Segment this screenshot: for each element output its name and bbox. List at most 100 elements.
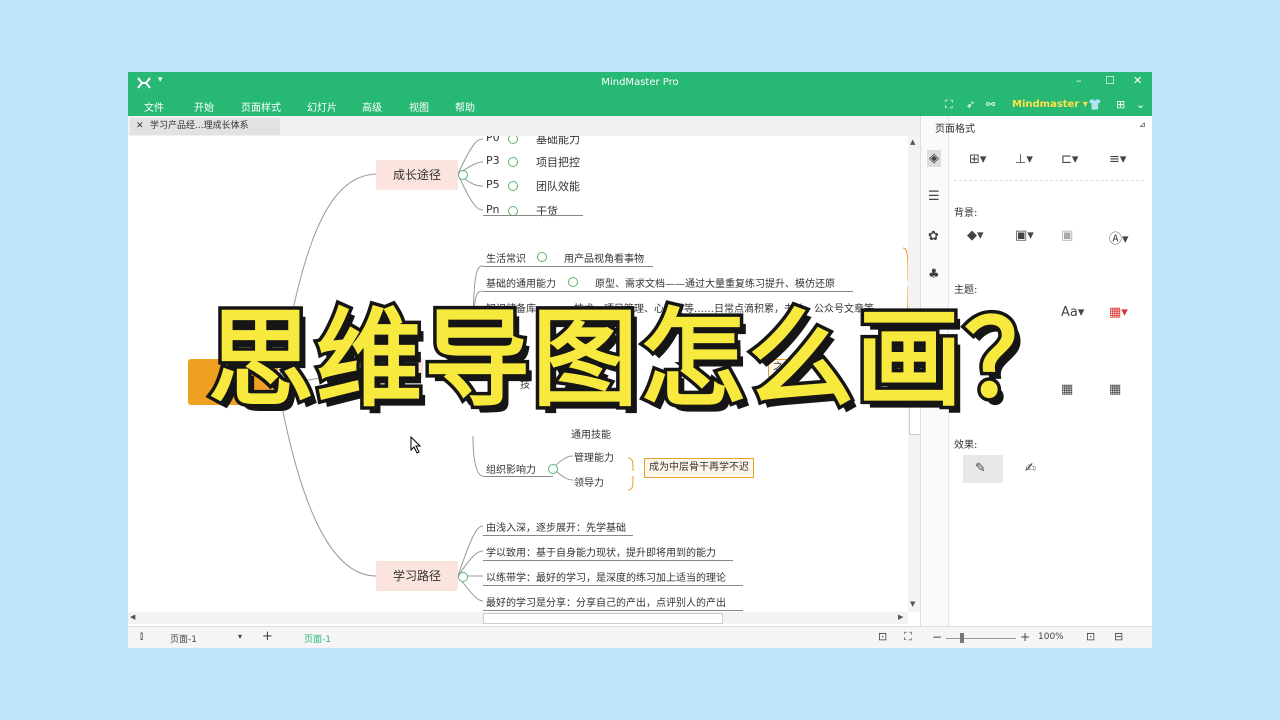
subtopic[interactable]: P5: [486, 178, 500, 191]
page-format-tab-icon[interactable]: ◈: [927, 150, 941, 167]
menu-file[interactable]: 文件: [144, 99, 164, 114]
collapse-toggle-icon[interactable]: [508, 157, 518, 167]
minimize-button[interactable]: –: [1076, 74, 1082, 87]
subtopic[interactable]: 学以致用：基于自身能力现状，提升即将用到的能力: [486, 544, 716, 559]
collapse-toggle-icon[interactable]: [568, 277, 578, 287]
collapse-toggle-icon[interactable]: [548, 464, 558, 474]
horizontal-scroll-thumb[interactable]: [483, 613, 723, 624]
main-topic-label: 学习路径: [392, 569, 441, 583]
subtopic-detail[interactable]: 干货: [536, 203, 558, 219]
note-text: 成为中层骨干再学不迟: [649, 462, 749, 473]
subtopic[interactable]: 基础的通用能力: [486, 275, 556, 290]
collapse-toggle-icon[interactable]: [458, 170, 468, 180]
chevron-down-icon[interactable]: ▾: [238, 632, 242, 641]
apps-icon[interactable]: ⊞: [1116, 98, 1125, 111]
menu-page-style[interactable]: 页面样式: [241, 99, 281, 114]
subtopic[interactable]: P0: [486, 136, 500, 144]
subtopic[interactable]: 管理能力: [574, 449, 614, 464]
fill-color-icon[interactable]: ◆▾: [967, 228, 984, 243]
clipart-tab-icon[interactable]: ✿: [928, 229, 939, 244]
collapse-toggle-icon[interactable]: [537, 252, 547, 262]
subtopic[interactable]: 以练带学：最好的学习，是深度的练习加上适当的理论: [486, 569, 726, 584]
panel-toggle-icon[interactable]: ⊟: [1114, 630, 1123, 643]
title-bar: ▾ MindMaster Pro – ☐ ✕: [128, 72, 1152, 94]
underline: [483, 476, 553, 477]
zoom-slider[interactable]: [946, 638, 1016, 639]
subtopic-detail[interactable]: 原型、需求文档——通过大量重复练习提升、模仿还原: [595, 275, 835, 290]
collapse-toggle-icon[interactable]: [458, 572, 468, 582]
tab-close-icon[interactable]: ✕: [136, 118, 144, 135]
subtopic-detail[interactable]: 基础能力: [536, 136, 580, 147]
document-tab-label: 学习产品经...理成长体系: [150, 121, 249, 131]
scroll-up-icon[interactable]: ▲: [910, 138, 915, 146]
menu-view[interactable]: 视图: [409, 99, 429, 114]
document-tab-bar: ✕ 学习产品经...理成长体系: [128, 116, 920, 137]
underline: [483, 535, 633, 536]
collapse-ribbon-icon[interactable]: ⌄: [1136, 98, 1145, 111]
page-tab[interactable]: 页面-1: [304, 632, 331, 645]
background-label: 背景:: [954, 208, 978, 219]
theme-tab-icon[interactable]: ♣: [928, 267, 940, 282]
subtopic-org-influence[interactable]: 组织影响力: [486, 461, 536, 476]
underline: [483, 266, 653, 267]
underline: [483, 215, 583, 216]
scroll-left-icon[interactable]: ◀: [130, 613, 135, 621]
main-topic-learning-path[interactable]: 学习路径: [376, 561, 458, 591]
menu-start[interactable]: 开始: [194, 99, 214, 114]
fit-window-icon[interactable]: ⊡: [1086, 630, 1095, 643]
zoom-in-button[interactable]: +: [1020, 630, 1030, 644]
subtopic[interactable]: 领导力: [574, 474, 604, 489]
pen-icon: ✎: [975, 461, 986, 476]
underline: [483, 585, 743, 586]
underline: [483, 610, 743, 611]
scroll-down-icon[interactable]: ▼: [910, 600, 915, 608]
collapse-toggle-icon[interactable]: [508, 181, 518, 191]
page-list-icon[interactable]: ⫾: [140, 631, 143, 642]
subtopic[interactable]: 生活常识: [486, 250, 526, 265]
main-topic-growth-path[interactable]: 成长途径: [376, 160, 458, 190]
maximize-button[interactable]: ☐: [1105, 74, 1115, 87]
outline-tab-icon[interactable]: ☰: [928, 189, 940, 204]
background-image-icon[interactable]: ▣▾: [1015, 228, 1034, 243]
subtopic[interactable]: P3: [486, 154, 500, 167]
close-button[interactable]: ✕: [1133, 74, 1142, 87]
effect-button-active[interactable]: ✎: [963, 455, 1003, 483]
send-icon[interactable]: ➶: [966, 98, 975, 111]
status-bar: ⫾ 页面-1 ▾ + 页面-1 ⊡ ⛶ − + 100% ⊡ ⊟: [128, 626, 1152, 648]
menu-help[interactable]: 帮助: [455, 99, 475, 114]
fullscreen-icon[interactable]: ⛶: [945, 98, 953, 112]
subtopic-detail[interactable]: 用产品视角看事物: [564, 250, 644, 265]
connector-icon[interactable]: ⊏▾: [1061, 152, 1078, 167]
structure-icon[interactable]: ⊥▾: [1015, 152, 1033, 167]
effect-label: 效果:: [954, 440, 978, 451]
zoom-out-button[interactable]: −: [932, 630, 942, 644]
subtopic-detail[interactable]: 团队效能: [536, 178, 580, 194]
zoom-level[interactable]: 100%: [1038, 632, 1064, 642]
scroll-right-icon[interactable]: ▶: [898, 613, 903, 621]
subtopic-detail[interactable]: 项目把控: [536, 154, 580, 170]
menu-advanced[interactable]: 高级: [362, 99, 382, 114]
hand-drawn-icon[interactable]: ✍: [1025, 461, 1036, 476]
subtopic[interactable]: 最好的学习是分享：分享自己的产出，点评别人的产出: [486, 594, 726, 609]
note-box[interactable]: 成为中层骨干再学不迟: [644, 458, 754, 478]
watermark-icon[interactable]: Ⓐ▾: [1109, 228, 1129, 247]
account-menu[interactable]: Mindmaster ▾: [1012, 99, 1088, 110]
document-tab[interactable]: ✕ 学习产品经...理成长体系: [130, 118, 280, 135]
numbering-icon[interactable]: ≡▾: [1109, 152, 1126, 167]
shirt-icon[interactable]: 👕: [1088, 98, 1102, 111]
page-select[interactable]: 页面-1: [170, 632, 197, 645]
underline: [483, 560, 733, 561]
mouse-cursor-icon: [410, 436, 422, 454]
share-icon[interactable]: ⚯: [986, 98, 995, 111]
layout-icon[interactable]: ⊞▾: [969, 152, 986, 167]
pin-icon[interactable]: ⊿: [1139, 120, 1146, 129]
subtopic[interactable]: 由浅入深，逐步展开：先学基础: [486, 519, 626, 534]
add-page-button[interactable]: +: [262, 629, 273, 644]
zoom-slider-thumb[interactable]: [960, 633, 964, 643]
panel-title: 页面格式: [935, 124, 975, 135]
horizontal-scrollbar[interactable]: ◀ ▶: [128, 612, 908, 624]
remove-background-icon[interactable]: ▣: [1061, 228, 1073, 243]
fit-page-icon[interactable]: ⊡: [878, 630, 887, 643]
fullscreen-icon[interactable]: ⛶: [904, 630, 912, 644]
menu-slides[interactable]: 幻灯片: [307, 99, 337, 114]
